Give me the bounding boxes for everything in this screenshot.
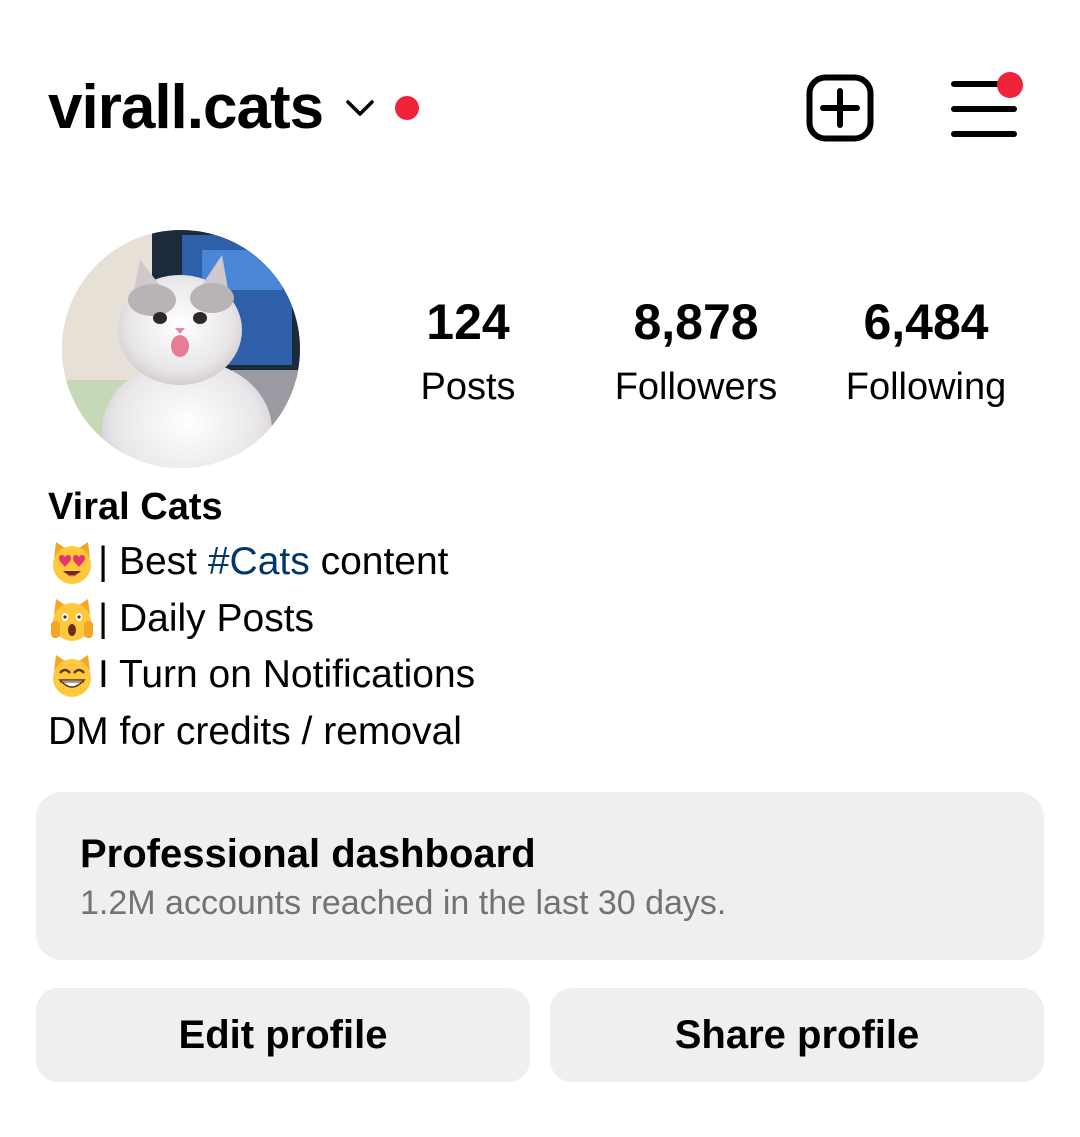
followers-label: Followers xyxy=(614,366,778,408)
smiling-cat-heart-eyes-emoji xyxy=(48,538,96,586)
bio-line-suffix: content xyxy=(309,540,449,583)
bio-line-text: | Daily Posts xyxy=(98,596,315,640)
avatar[interactable] xyxy=(62,230,300,468)
stat-followers[interactable]: 8,878 Followers xyxy=(586,290,806,420)
bio-line: | Best #Cats content xyxy=(48,534,1028,591)
plus-square-icon[interactable] xyxy=(806,74,874,142)
menu-notification-badge xyxy=(997,72,1023,98)
edit-profile-button[interactable]: Edit profile xyxy=(36,988,530,1082)
followers-count: 8,878 xyxy=(633,294,759,350)
bio-line: | Daily Posts xyxy=(48,591,1028,648)
professional-dashboard-card[interactable]: Professional dashboard 1.2M accounts rea… xyxy=(36,792,1044,960)
display-name: Viral Cats xyxy=(48,486,223,528)
bio: Viral Cats | Best #Cats content | Daily … xyxy=(48,480,1028,760)
share-profile-button[interactable]: Share profile xyxy=(550,988,1044,1082)
bio-line: I Turn on Notifications xyxy=(48,647,1028,704)
bio-line-text: I Turn on Notifications xyxy=(98,653,476,696)
account-switcher[interactable]: virall.cats xyxy=(48,70,420,146)
following-count: 6,484 xyxy=(863,294,989,350)
weary-cat-emoji xyxy=(48,595,96,643)
profile-header: virall.cats xyxy=(0,0,1080,200)
posts-label: Posts xyxy=(420,366,516,408)
username: virall.cats xyxy=(48,73,324,142)
following-label: Following xyxy=(845,366,1007,408)
chevron-down-icon[interactable] xyxy=(345,93,375,123)
grinning-cat-emoji xyxy=(48,651,96,699)
posts-count: 124 xyxy=(426,294,510,350)
hashtag-link[interactable]: #Cats xyxy=(208,534,310,591)
dashboard-subtitle: 1.2M accounts reached in the last 30 day… xyxy=(80,884,727,922)
bio-line: DM for credits / removal xyxy=(48,704,1028,761)
stat-posts[interactable]: 124 Posts xyxy=(358,290,578,420)
notification-dot xyxy=(395,96,420,120)
bio-line-text: DM for credits / removal xyxy=(48,709,462,753)
bio-line-prefix: | Best xyxy=(98,540,208,583)
stat-following[interactable]: 6,484 Following xyxy=(816,290,1036,420)
dashboard-title: Professional dashboard xyxy=(80,832,536,876)
